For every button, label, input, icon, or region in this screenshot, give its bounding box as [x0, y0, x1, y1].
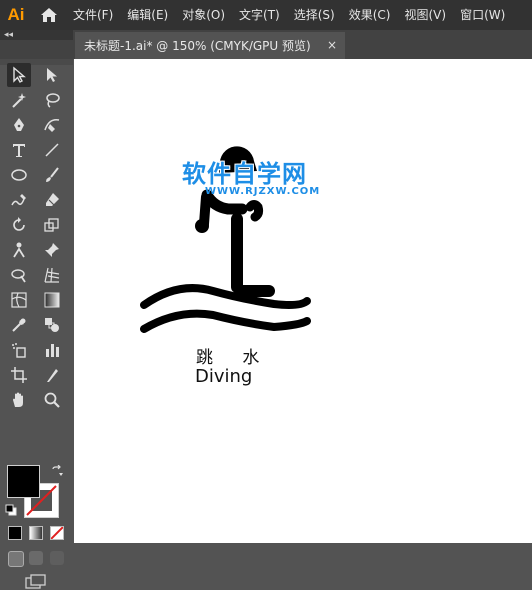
menu-bar: Ai 文件(F) 编辑(E) 对象(O) 文字(T) 选择(S) 效果(C) 视… — [0, 0, 532, 30]
type-tool-icon[interactable] — [7, 138, 31, 162]
app-logo: Ai — [7, 5, 25, 24]
lasso-tool-icon[interactable] — [40, 88, 64, 112]
pictogram-label-english: Diving — [195, 366, 253, 387]
curvature-tool-icon[interactable] — [40, 113, 64, 137]
gradient-mode-icon[interactable] — [29, 526, 43, 540]
perspective-grid-tool-icon[interactable] — [40, 263, 64, 287]
menu-effect[interactable]: 效果(C) — [342, 0, 398, 30]
collapse-panel-icon[interactable]: ◂◂ — [0, 30, 73, 40]
menu-file[interactable]: 文件(F) — [66, 0, 120, 30]
slice-tool-icon[interactable] — [40, 363, 64, 387]
document-tab-title: 未标题-1.ai* @ 150% (CMYK/GPU 预览) — [84, 39, 311, 53]
magic-wand-tool-icon[interactable] — [7, 88, 31, 112]
default-fill-stroke-icon[interactable] — [5, 504, 17, 516]
hand-tool-icon[interactable] — [7, 388, 31, 412]
line-segment-tool-icon[interactable] — [40, 138, 64, 162]
zoom-tool-icon[interactable] — [40, 388, 64, 412]
pen-tool-icon[interactable] — [7, 113, 31, 137]
none-mode-icon[interactable] — [50, 526, 64, 540]
tools-panel — [0, 59, 73, 589]
eyedropper-tool-icon[interactable] — [7, 313, 31, 337]
swap-fill-stroke-icon[interactable] — [51, 465, 63, 477]
direct-selection-tool-icon[interactable] — [40, 63, 64, 87]
scale-tool-icon[interactable] — [40, 213, 64, 237]
screen-mode-icon[interactable] — [25, 574, 47, 590]
selection-tool-icon[interactable] — [7, 63, 31, 87]
symbol-sprayer-tool-icon[interactable] — [7, 338, 31, 362]
watermark-url: WWW.RJZXW.COM — [205, 186, 321, 197]
fill-color-swatch[interactable] — [7, 465, 40, 498]
diving-pictogram[interactable] — [74, 59, 532, 543]
eraser-tool-icon[interactable] — [40, 188, 64, 212]
home-icon[interactable] — [38, 0, 60, 30]
gradient-tool-icon[interactable] — [40, 288, 64, 312]
pictogram-label-chinese: 跳 水 — [196, 348, 272, 368]
menu-edit[interactable]: 编辑(E) — [120, 0, 175, 30]
puppet-warp-tool-icon[interactable] — [7, 238, 31, 262]
column-graph-tool-icon[interactable] — [40, 338, 64, 362]
color-mode-icon[interactable] — [8, 526, 22, 540]
mesh-tool-icon[interactable] — [7, 288, 31, 312]
artboard-tool-icon[interactable] — [7, 363, 31, 387]
draw-behind-icon[interactable] — [29, 551, 43, 565]
rotate-tool-icon[interactable] — [7, 213, 31, 237]
document-tab[interactable]: 未标题-1.ai* @ 150% (CMYK/GPU 预览) × — [75, 32, 345, 59]
watermark-title: 软件自学网 — [182, 160, 307, 188]
pin-tool-icon[interactable] — [40, 238, 64, 262]
draw-inside-icon[interactable] — [50, 551, 64, 565]
shaper-tool-icon[interactable] — [7, 188, 31, 212]
menu-window[interactable]: 窗口(W) — [453, 0, 512, 30]
artboard-canvas[interactable]: 软件自学网 WWW.RJZXW.COM 跳 水 Diving — [74, 59, 532, 543]
close-icon[interactable]: × — [327, 38, 337, 52]
menu-object[interactable]: 对象(O) — [175, 0, 232, 30]
menu-view[interactable]: 视图(V) — [397, 0, 453, 30]
menu-select[interactable]: 选择(S) — [287, 0, 342, 30]
menu-type[interactable]: 文字(T) — [232, 0, 287, 30]
ellipse-tool-icon[interactable] — [7, 163, 31, 187]
draw-normal-icon[interactable] — [8, 551, 24, 567]
tab-strip: ◂◂ 未标题-1.ai* @ 150% (CMYK/GPU 预览) × — [0, 30, 532, 59]
paintbrush-tool-icon[interactable] — [40, 163, 64, 187]
blend-tool-icon[interactable] — [40, 313, 64, 337]
free-transform-tool-icon[interactable] — [7, 263, 31, 287]
